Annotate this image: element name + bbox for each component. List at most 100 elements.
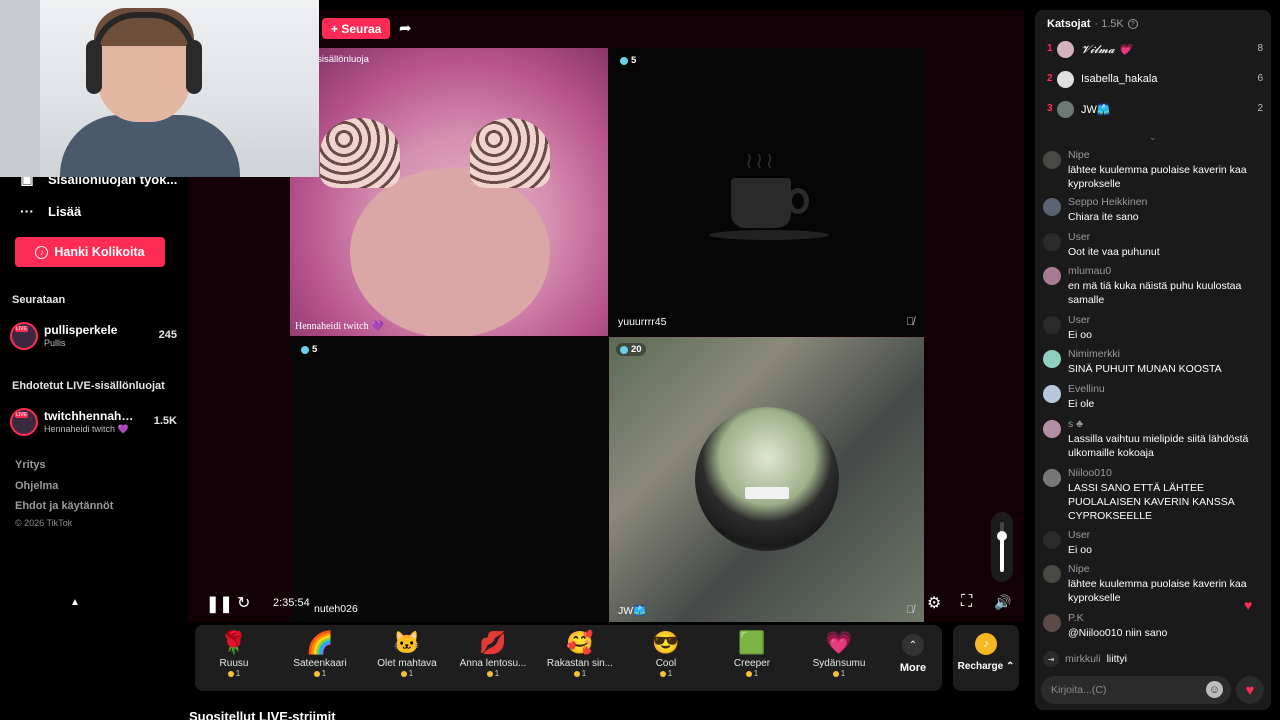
account-name: pullisperkele xyxy=(44,323,118,337)
video-tile-4[interactable]: 20 JW🩳 🎙̸ xyxy=(609,337,924,622)
tile-streamer-name: JW🩳 xyxy=(618,605,647,617)
like-heart-icon[interactable]: ♥ xyxy=(1236,676,1264,704)
mic-muted-icon: 🎙̸ xyxy=(906,316,915,328)
following-account[interactable]: LIVE pullisperkele Pullis 245 xyxy=(10,320,180,352)
rainbow-icon: 🌈 xyxy=(306,630,334,655)
gift-price: 1 xyxy=(623,669,709,678)
avatar: LIVE xyxy=(10,322,38,350)
avatar: LIVE xyxy=(10,408,38,436)
gift-price: 1 xyxy=(709,669,795,678)
joined-text: liittyi xyxy=(1106,653,1128,665)
copyright: © 2026 TikTok xyxy=(15,518,73,528)
refresh-icon[interactable]: ↻ xyxy=(237,593,250,613)
gift-item[interactable]: 🟩 Creeper 1 xyxy=(709,630,795,688)
footer-link-company[interactable]: Yritys xyxy=(15,459,46,471)
gift-name: Anna lentosu... xyxy=(459,658,527,669)
gift-item[interactable]: 💗 Sydänsumu 1 xyxy=(796,630,882,688)
get-coins-label: Hanki Kolikoita xyxy=(54,245,145,259)
volume-slider[interactable] xyxy=(991,512,1013,582)
gift-name: Olet mahtava xyxy=(377,658,437,669)
webcam-overlay xyxy=(0,0,319,177)
volume-icon[interactable]: 🔊 xyxy=(994,594,1011,611)
tile-label: -sisällönluoja xyxy=(314,54,369,65)
chat-panel: Katsojat · 1.5K ? 1 𝓥𝓲𝓵𝓶𝓪 💗 8 2 Isabella… xyxy=(1035,10,1271,710)
mic-muted-icon: 🎙̸ xyxy=(906,604,915,616)
video-tile-3[interactable]: 5 nuteh026 xyxy=(290,337,608,622)
gift-name: Sydänsumu xyxy=(812,658,866,669)
gift-name: Sateenkaari xyxy=(293,658,347,669)
gift-price: 1 xyxy=(191,669,277,678)
share-icon[interactable]: ➦ xyxy=(399,19,412,37)
viewer-count: 245 xyxy=(158,329,177,341)
more-gifts-label: More xyxy=(899,662,927,674)
nav-more-label: Lisää xyxy=(48,203,82,219)
joined-user: mirkkuli xyxy=(1065,653,1101,665)
gift-name: Rakastan sin... xyxy=(546,658,614,669)
gift-item[interactable]: 🥰 Rakastan sin... 1 xyxy=(537,630,623,688)
creeper-icon: 🟩 xyxy=(738,630,766,655)
help-icon[interactable]: ? xyxy=(1127,19,1138,29)
love-face-icon: 🥰 xyxy=(566,630,594,655)
video-tile-2[interactable]: ≀≀≀ 5 yuuurrrr45 🎙̸ xyxy=(609,48,924,336)
tiktok-coin-icon: ♪ xyxy=(975,633,997,655)
settings-icon[interactable]: ⚙ xyxy=(927,593,941,613)
coffee-cup-icon: ≀≀≀ xyxy=(709,148,829,248)
chevron-up-icon: ⌃ xyxy=(902,634,924,656)
car-image xyxy=(695,407,839,551)
top-viewer-name: 𝓥𝓲𝓵𝓶𝓪 💗 xyxy=(1081,43,1132,56)
nav-more[interactable]: ··· Lisää xyxy=(18,203,81,219)
top-viewer-value: 6 xyxy=(1257,73,1263,84)
pause-icon[interactable]: ❚❚ xyxy=(206,594,233,614)
top-viewer-row[interactable]: 3 JW🩳 2 xyxy=(1047,100,1263,120)
top-viewer-value: 2 xyxy=(1257,103,1263,114)
gift-item[interactable]: 🌹 Ruusu 1 xyxy=(191,630,277,688)
tile-streamer-name: nuteh026 xyxy=(314,603,358,615)
viewer-count: 1.5K xyxy=(153,415,177,427)
tile-streamer-name: Hennaheidi twitch 💜 xyxy=(295,321,384,332)
gift-item[interactable]: 🌈 Sateenkaari 1 xyxy=(277,630,363,688)
suggested-title: Ehdotetut LIVE-sisällönluojat xyxy=(12,380,165,392)
fullscreen-icon[interactable]: ⛶ xyxy=(961,593,972,611)
follow-button[interactable]: + Seuraa xyxy=(322,18,391,39)
gift-price: 1 xyxy=(364,669,450,678)
gift-item[interactable]: 💋 Anna lentosu... 1 xyxy=(450,630,536,688)
cat-icon: 🐱 xyxy=(393,630,421,655)
tile-streamer-name: yuuurrrr45 xyxy=(618,316,667,328)
viewers-header[interactable]: Katsojat · 1.5K ? xyxy=(1047,18,1138,30)
floating-heart-icon: ♥ xyxy=(1244,597,1253,613)
lips-icon: 💋 xyxy=(479,630,507,655)
account-subtitle: Pullis xyxy=(44,338,66,348)
suggested-account[interactable]: LIVE twitchhennaheidi Hennaheidi twitch … xyxy=(10,406,180,438)
collapse-chevron-icon[interactable]: ⌄ xyxy=(1149,132,1157,143)
viewer-badge: 5 xyxy=(616,54,641,67)
viewer-badge: 20 xyxy=(616,343,646,356)
top-viewer-row[interactable]: 2 Isabella_hakala 6 xyxy=(1047,70,1263,90)
chat-input[interactable]: Kirjoita...(C) xyxy=(1041,676,1231,704)
account-name: twitchhennaheidi xyxy=(44,409,140,423)
join-icon: ⇥ xyxy=(1043,651,1059,667)
heart-cloud-icon: 💗 xyxy=(825,630,853,655)
more-dots-icon: ··· xyxy=(20,203,34,219)
viewer-badge: 5 xyxy=(297,343,322,356)
gift-price: 1 xyxy=(796,669,882,678)
gift-price: 1 xyxy=(450,669,536,678)
video-tile-1[interactable]: -sisällönluoja Hennaheidi twitch 💜 xyxy=(290,48,608,336)
footer-link-program[interactable]: Ohjelma xyxy=(15,480,58,492)
footer-link-terms[interactable]: Ehdot ja käytännöt xyxy=(15,500,113,512)
get-coins-button[interactable]: ♪ Hanki Kolikoita xyxy=(15,237,165,267)
rose-icon: 🌹 xyxy=(220,630,248,655)
gift-price: 1 xyxy=(537,669,623,678)
top-viewer-row[interactable]: 1 𝓥𝓲𝓵𝓶𝓪 💗 8 xyxy=(1047,40,1263,60)
recharge-label: Recharge ⌃ xyxy=(957,661,1015,672)
account-subtitle: Hennaheidi twitch 💜 xyxy=(44,424,129,434)
more-gifts-button[interactable]: ⌃ More xyxy=(898,632,928,674)
gift-item[interactable]: 😎 Cool 1 xyxy=(623,630,709,688)
gift-name: Creeper xyxy=(733,658,771,669)
recharge-button[interactable]: ♪ Recharge ⌃ xyxy=(953,625,1019,691)
avatar xyxy=(1057,101,1074,118)
gift-price: 1 xyxy=(277,669,363,678)
avatar xyxy=(1057,71,1074,88)
avatar xyxy=(1057,41,1074,58)
gift-item[interactable]: 🐱 Olet mahtava 1 xyxy=(364,630,450,688)
emoji-icon[interactable]: ☺ xyxy=(1206,681,1223,698)
